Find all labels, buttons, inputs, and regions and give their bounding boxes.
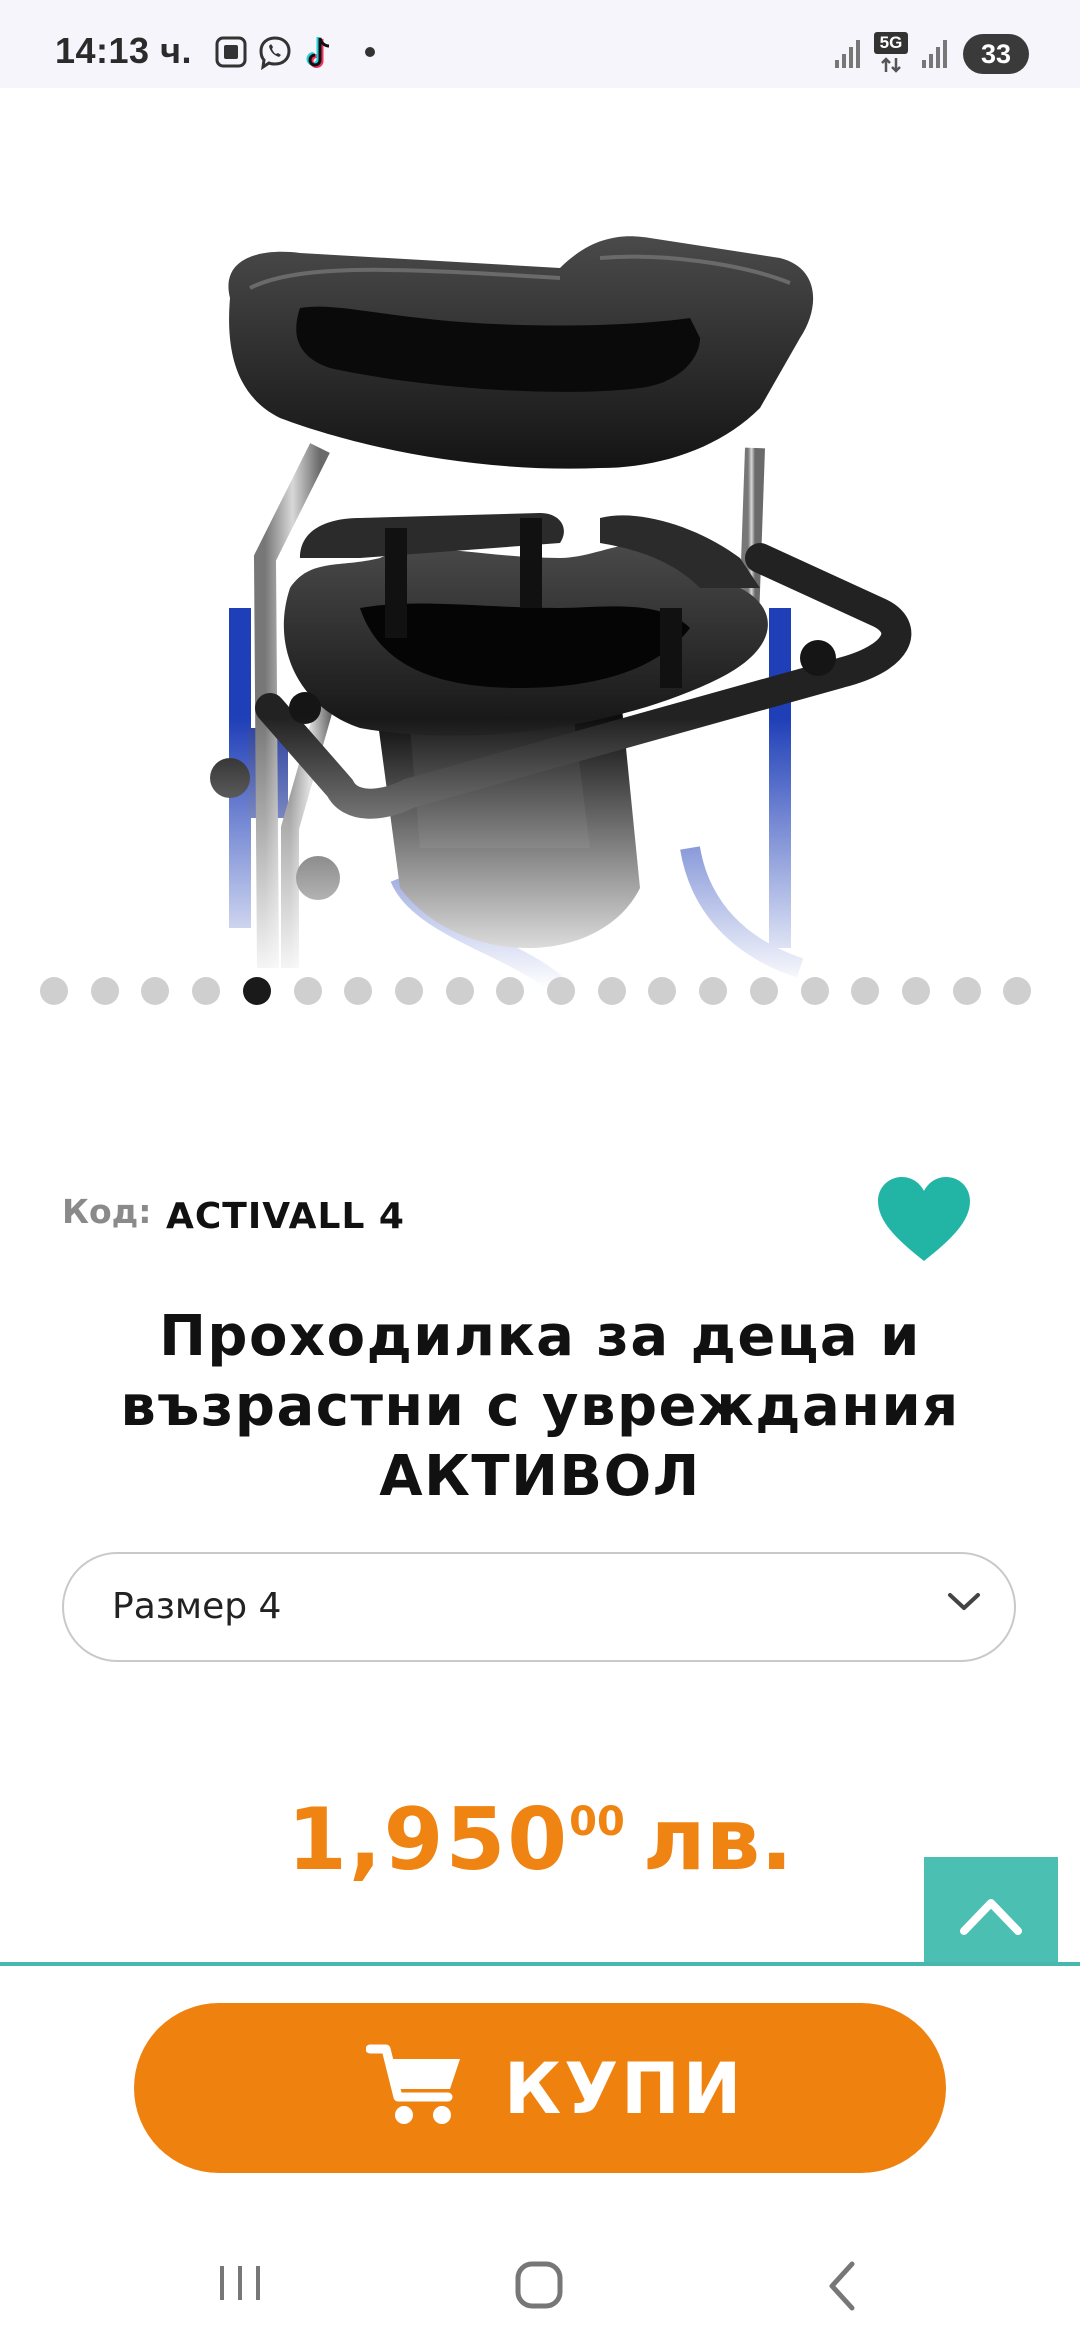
gallery-dot[interactable]: [141, 977, 169, 1005]
gallery-dot[interactable]: [648, 977, 676, 1005]
product-title: Проходилка за деца и възрастни с уврежда…: [40, 1302, 1040, 1512]
gallery-dot[interactable]: [446, 977, 474, 1005]
scroll-to-top-button[interactable]: [924, 1857, 1058, 1977]
signal-icon: [922, 40, 947, 68]
back-icon[interactable]: [822, 2258, 862, 2314]
gallery-dot[interactable]: [953, 977, 981, 1005]
gallery-dot[interactable]: [801, 977, 829, 1005]
tiktok-icon: [306, 37, 330, 68]
product-title-line: АКТИВОЛ: [379, 1444, 701, 1509]
gallery-dot[interactable]: [243, 977, 271, 1005]
recent-apps-icon[interactable]: [214, 2258, 266, 2308]
chevron-up-icon: [960, 1899, 1022, 1935]
product-code-value: ACTIVALL 4: [166, 1196, 405, 1237]
gallery-dot[interactable]: [496, 977, 524, 1005]
gallery-dot[interactable]: [40, 977, 68, 1005]
screenshot-icon: [215, 36, 247, 68]
product-code-label: Код:: [62, 1192, 152, 1231]
buy-button-label: КУПИ: [504, 2048, 745, 2130]
gallery-dot[interactable]: [91, 977, 119, 1005]
favorite-heart-icon[interactable]: [876, 1175, 972, 1265]
price-cents: 00: [569, 1799, 625, 1845]
price-currency: лв.: [642, 1790, 793, 1890]
gallery-dot[interactable]: [851, 977, 879, 1005]
gallery-dot[interactable]: [699, 977, 727, 1005]
price-main: 1,950: [287, 1790, 570, 1890]
notification-dot-icon: [365, 47, 375, 57]
product-image[interactable]: [0, 88, 1080, 988]
gallery-dot[interactable]: [750, 977, 778, 1005]
cart-icon: [366, 2044, 460, 2124]
buy-button[interactable]: КУПИ: [134, 2003, 946, 2173]
system-navigation-bar: [0, 2230, 1080, 2340]
size-select-value: Размер 4: [112, 1586, 282, 1627]
battery-indicator: 33: [963, 34, 1029, 74]
gallery-dot[interactable]: [344, 977, 372, 1005]
5g-icon: 5G: [874, 32, 908, 76]
gallery-dot[interactable]: [598, 977, 626, 1005]
gallery-pagination: [40, 977, 1050, 1007]
signal-icon: [835, 40, 860, 68]
home-icon[interactable]: [512, 2258, 568, 2314]
gallery-dot[interactable]: [1003, 977, 1031, 1005]
product-title-line: Проходилка за деца и: [159, 1304, 921, 1369]
gallery-dot[interactable]: [192, 977, 220, 1005]
status-time: 14:13 ч.: [55, 30, 192, 71]
network-type-label: 5G: [874, 32, 908, 54]
product-title-line: възрастни с увреждания: [120, 1374, 960, 1439]
gallery-dot[interactable]: [395, 977, 423, 1005]
size-select[interactable]: Размер 4: [62, 1552, 1016, 1662]
viber-icon: [259, 36, 291, 71]
product-price: 1,95000 лв.: [0, 1790, 1080, 1890]
gallery-dot[interactable]: [294, 977, 322, 1005]
gallery-dot[interactable]: [902, 977, 930, 1005]
status-bar: 14:13 ч. 5G 33: [0, 0, 1080, 88]
chevron-down-icon: [948, 1593, 980, 1610]
gallery-dot[interactable]: [547, 977, 575, 1005]
